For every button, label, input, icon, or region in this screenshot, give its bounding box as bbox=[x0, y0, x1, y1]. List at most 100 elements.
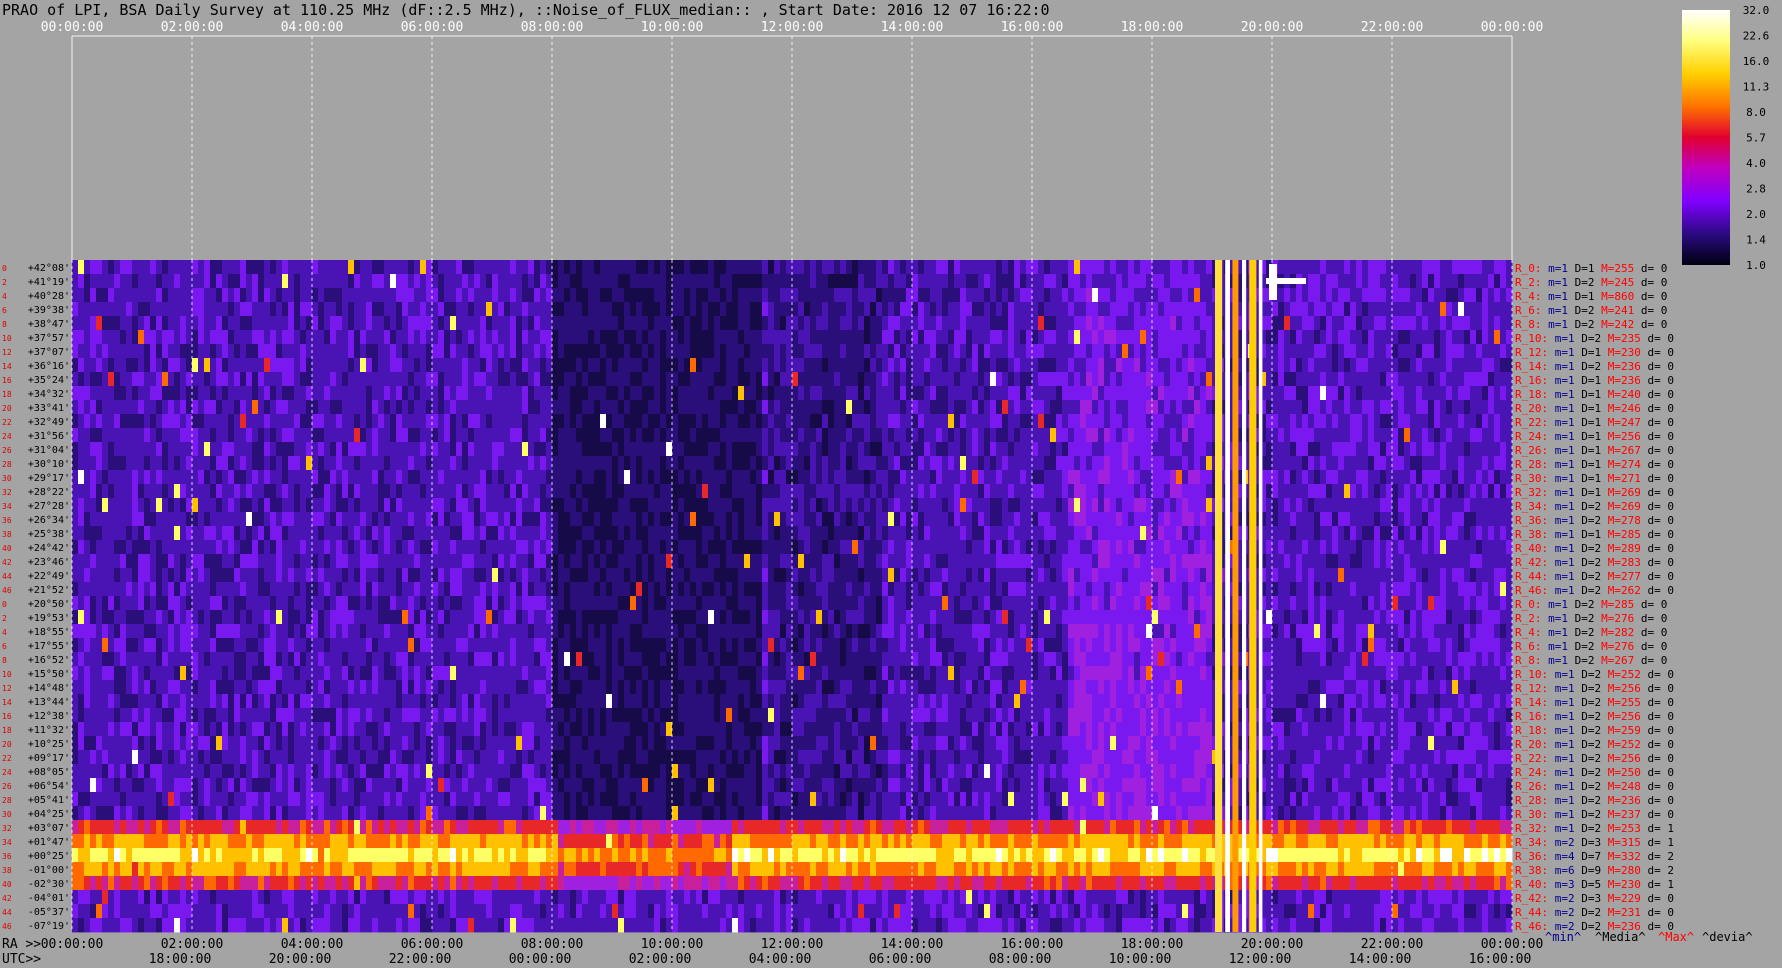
heatmap-cell bbox=[354, 260, 361, 275]
heatmap-cell bbox=[1074, 526, 1081, 541]
heatmap-cell bbox=[984, 526, 991, 541]
heatmap-cell bbox=[360, 470, 367, 485]
heatmap-cell bbox=[1056, 470, 1063, 485]
heatmap-cell bbox=[102, 274, 109, 289]
heatmap-cell bbox=[1146, 316, 1153, 331]
heatmap-cell bbox=[870, 526, 877, 541]
heatmap-cell bbox=[654, 498, 661, 513]
heatmap-cell bbox=[774, 302, 781, 317]
heatmap-cell bbox=[1164, 470, 1171, 485]
heatmap-cell bbox=[468, 302, 475, 317]
heatmap-cell bbox=[1470, 316, 1477, 331]
heatmap-cell bbox=[1098, 386, 1105, 401]
heatmap-cell bbox=[438, 456, 445, 471]
heatmap-cell bbox=[1182, 372, 1189, 387]
heatmap-cell bbox=[822, 302, 829, 317]
heatmap-cell bbox=[480, 386, 487, 401]
heatmap-cell bbox=[312, 274, 319, 289]
heatmap-cell bbox=[1044, 372, 1051, 387]
heatmap-cell bbox=[408, 414, 415, 429]
heatmap-cell bbox=[1044, 512, 1051, 527]
heatmap-cell bbox=[276, 470, 283, 485]
heatmap-cell bbox=[318, 470, 325, 485]
heatmap-cell bbox=[930, 302, 937, 317]
heatmap-cell bbox=[444, 428, 451, 443]
heatmap-cell bbox=[330, 400, 337, 415]
heatmap-cell bbox=[480, 274, 487, 289]
heatmap-cell bbox=[906, 344, 913, 359]
heatmap-cell bbox=[912, 428, 919, 443]
heatmap-cell bbox=[1146, 302, 1153, 317]
heatmap-cell bbox=[564, 414, 571, 429]
heatmap-cell bbox=[384, 526, 391, 541]
heatmap-cell bbox=[1062, 302, 1069, 317]
heatmap-cell bbox=[240, 372, 247, 387]
heatmap-cell bbox=[942, 288, 949, 303]
heatmap-cell bbox=[1374, 386, 1381, 401]
heatmap-cell bbox=[1392, 414, 1399, 429]
heatmap-cell bbox=[216, 288, 223, 303]
heatmap-cell bbox=[354, 526, 361, 541]
heatmap-cell bbox=[270, 372, 277, 387]
heatmap-cell bbox=[114, 316, 121, 331]
heatmap-cell bbox=[1170, 372, 1177, 387]
heatmap-cell bbox=[156, 274, 163, 289]
heatmap-cell bbox=[1206, 484, 1213, 499]
heatmap-cell bbox=[210, 372, 217, 387]
heatmap-cell bbox=[534, 302, 541, 317]
heatmap-cell bbox=[870, 302, 877, 317]
heatmap-cell bbox=[594, 428, 601, 443]
heatmap-cell bbox=[414, 470, 421, 485]
heatmap-cell bbox=[1272, 316, 1279, 331]
heatmap-cell bbox=[1140, 456, 1147, 471]
heatmap-cell bbox=[336, 316, 343, 331]
heatmap-cell bbox=[948, 344, 955, 359]
heatmap-cell bbox=[144, 330, 151, 345]
heatmap-cell bbox=[996, 414, 1003, 429]
heatmap-cell bbox=[534, 456, 541, 471]
heatmap-cell bbox=[1206, 302, 1213, 317]
heatmap-cell bbox=[426, 526, 433, 541]
heatmap-cell bbox=[906, 428, 913, 443]
heatmap-cell bbox=[1452, 372, 1459, 387]
heatmap-cell bbox=[246, 358, 253, 373]
heatmap-cell bbox=[378, 428, 385, 443]
heatmap-cell bbox=[804, 274, 811, 289]
heatmap-cell bbox=[1194, 260, 1201, 275]
heatmap-cell bbox=[294, 470, 301, 485]
heatmap-cell bbox=[1482, 330, 1489, 345]
heatmap-cell bbox=[438, 302, 445, 317]
heatmap-cell bbox=[1422, 274, 1429, 289]
heatmap-cell bbox=[1056, 288, 1063, 303]
heatmap-cell bbox=[570, 540, 577, 555]
heatmap-cell bbox=[786, 456, 793, 471]
heatmap-cell bbox=[438, 512, 445, 527]
heatmap-cell bbox=[270, 358, 277, 373]
heatmap-cell bbox=[534, 512, 541, 527]
heatmap-cell bbox=[1452, 442, 1459, 457]
heatmap-cell bbox=[276, 442, 283, 457]
heatmap-cell bbox=[1392, 484, 1399, 499]
heatmap-cell bbox=[744, 260, 751, 275]
heatmap-cell bbox=[1050, 442, 1057, 457]
heatmap-cell bbox=[630, 288, 637, 303]
heatmap-cell bbox=[270, 274, 277, 289]
heatmap-cell bbox=[1098, 344, 1105, 359]
heatmap-cell bbox=[366, 330, 373, 345]
heatmap-cell bbox=[1014, 400, 1021, 415]
heatmap-cell bbox=[372, 498, 379, 513]
heatmap-cell bbox=[1008, 400, 1015, 415]
heatmap-cell bbox=[138, 484, 145, 499]
heatmap-cell bbox=[960, 498, 967, 513]
heatmap-cell bbox=[120, 470, 127, 485]
heatmap-cell bbox=[1356, 316, 1363, 331]
heatmap-cell bbox=[570, 386, 577, 401]
heatmap-cell bbox=[486, 428, 493, 443]
heatmap-cell bbox=[474, 316, 481, 331]
heatmap-cell bbox=[576, 316, 583, 331]
heatmap-cell bbox=[888, 484, 895, 499]
heatmap-cell bbox=[1434, 344, 1441, 359]
heatmap-cell bbox=[594, 386, 601, 401]
heatmap-cell bbox=[1182, 400, 1189, 415]
heatmap-cell bbox=[1014, 498, 1021, 513]
